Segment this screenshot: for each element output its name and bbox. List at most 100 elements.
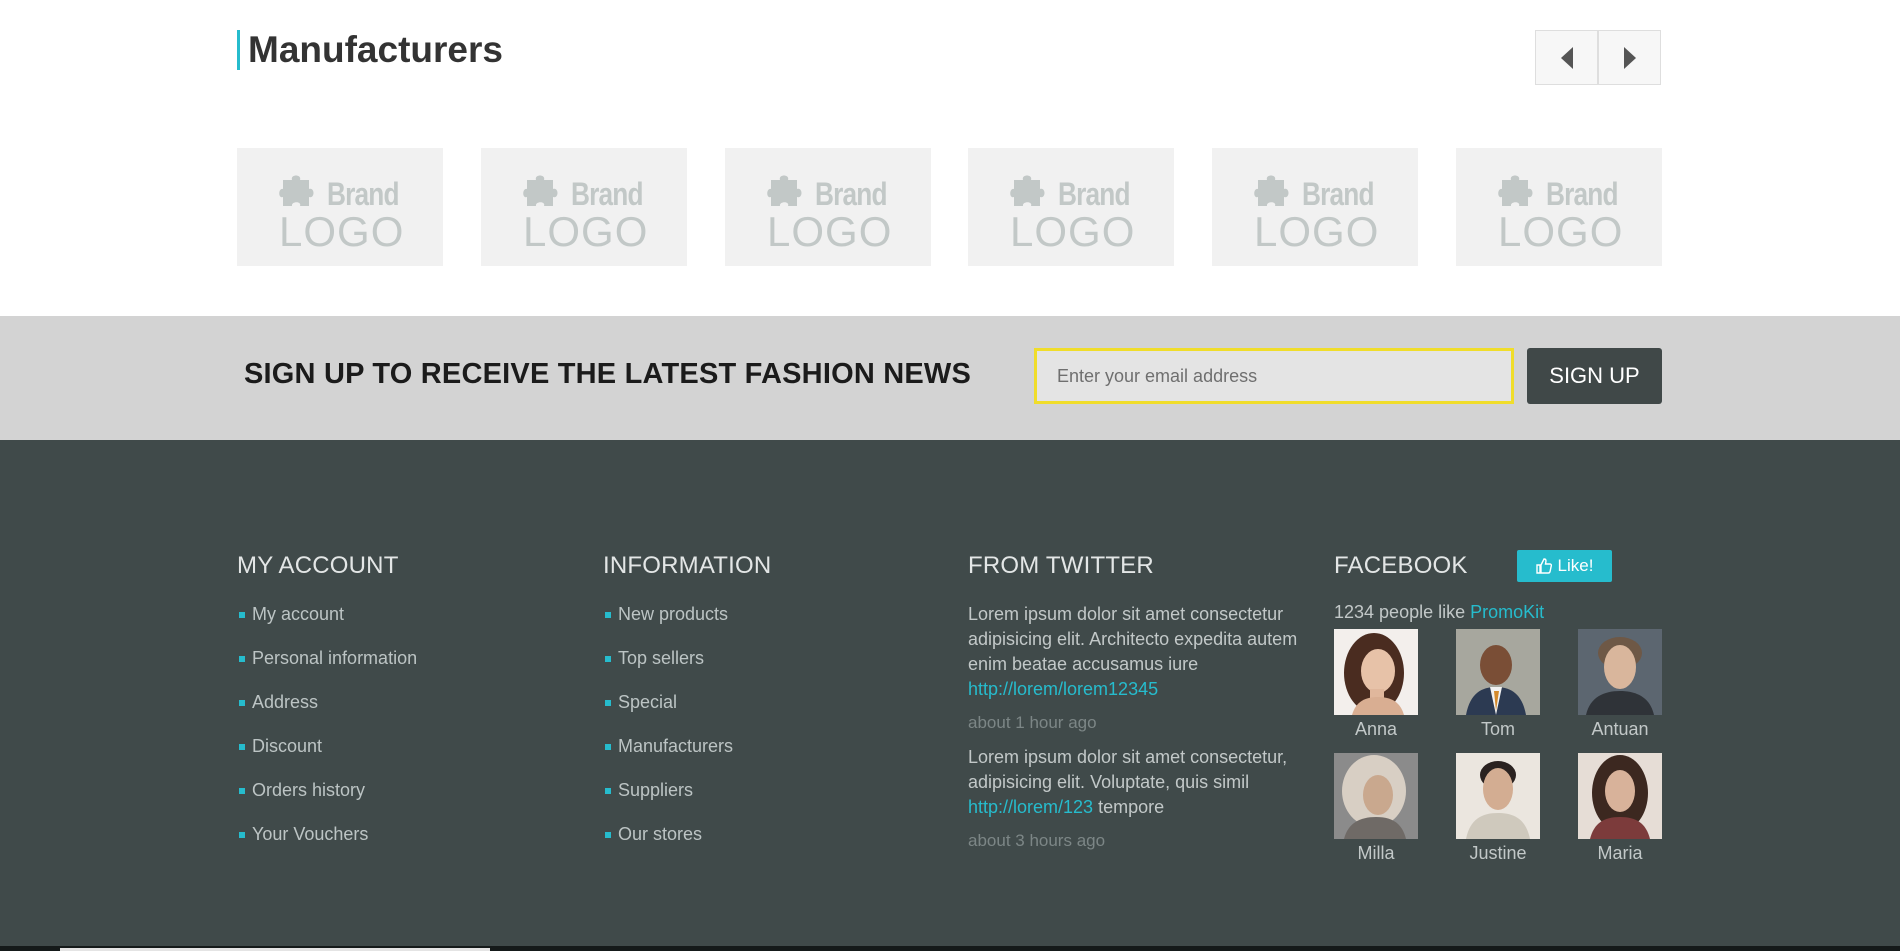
newsletter-signup-button[interactable]: SIGN UP: [1527, 348, 1662, 404]
avatar: [1456, 629, 1540, 715]
carousel-prev-button[interactable]: [1535, 30, 1598, 85]
fan-avatar[interactable]: Antuan: [1578, 629, 1662, 740]
square-bullet-icon: [605, 700, 611, 706]
carousel-next-button[interactable]: [1598, 30, 1661, 85]
brand-logo-4[interactable]: Brand LOGO: [968, 148, 1174, 266]
brand-logo-5[interactable]: Brand LOGO: [1212, 148, 1418, 266]
list-item: My account: [237, 602, 417, 646]
puzzle-icon: [767, 175, 802, 206]
fan-avatar[interactable]: Justine: [1456, 753, 1540, 864]
list-item: Your Vouchers: [237, 822, 417, 866]
manufacturers-section: Manufacturers Brand LOGO Brand LOGO Bran…: [0, 0, 1900, 316]
avatar: [1578, 753, 1662, 839]
list-item: Top sellers: [603, 646, 771, 690]
logo-word: LOGO: [1498, 208, 1624, 255]
brand-logo-2[interactable]: Brand LOGO: [481, 148, 687, 266]
square-bullet-icon: [239, 700, 245, 706]
tweet-link[interactable]: http://lorem/lorem12345: [968, 679, 1158, 699]
fan-avatar[interactable]: Anna: [1334, 629, 1418, 740]
square-bullet-icon: [239, 656, 245, 662]
list-item: Suppliers: [603, 778, 771, 822]
fan-avatar[interactable]: Maria: [1578, 753, 1662, 864]
list-item: Address: [237, 690, 417, 734]
avatar: [1578, 629, 1662, 715]
logo-word: LOGO: [1254, 208, 1380, 255]
puzzle-icon: [1010, 175, 1045, 206]
footer-link-personal-information[interactable]: Personal information: [252, 648, 417, 668]
fan-name: Justine: [1469, 843, 1527, 863]
account-links: My account Personal information Address …: [237, 602, 417, 866]
tweet-link[interactable]: http://lorem/123: [968, 797, 1093, 817]
footer-link-manufacturers[interactable]: Manufacturers: [618, 736, 733, 756]
avatar: [1334, 629, 1418, 715]
footer-link-address[interactable]: Address: [252, 692, 318, 712]
footer-link-my-account[interactable]: My account: [252, 604, 344, 624]
fan-avatar[interactable]: Milla: [1334, 753, 1418, 864]
puzzle-icon: [523, 175, 558, 206]
manufacturers-title: Manufacturers: [237, 30, 503, 70]
like-label: Like!: [1557, 556, 1594, 575]
square-bullet-icon: [605, 612, 611, 618]
puzzle-icon: [279, 175, 314, 206]
tweet-time: about 1 hour ago: [968, 713, 1097, 732]
footer-facebook: FACEBOOK Like! 1234 people like PromoKit…: [1334, 550, 1664, 869]
tweet-text: Lorem ipsum dolor sit amet consectetur, …: [968, 747, 1288, 792]
list-item: Special: [603, 690, 771, 734]
footer-column-title: INFORMATION: [603, 552, 772, 579]
avatar: [1456, 753, 1540, 839]
square-bullet-icon: [605, 832, 611, 838]
footer-my-account: MY ACCOUNT My account Personal informati…: [237, 552, 417, 866]
footer-column-title: MY ACCOUNT: [237, 552, 399, 579]
footer-from-twitter: FROM TWITTER Lorem ipsum dolor sit amet …: [968, 552, 1308, 851]
logo-word: LOGO: [523, 208, 649, 255]
puzzle-icon: [1254, 175, 1289, 206]
list-item: Orders history: [237, 778, 417, 822]
tweet: Lorem ipsum dolor sit amet consectetur a…: [968, 602, 1308, 702]
footer-column-title: FACEBOOK: [1334, 552, 1468, 579]
tweet-text: Lorem ipsum dolor sit amet consectetur a…: [968, 604, 1298, 674]
brand-logo-3[interactable]: Brand LOGO: [725, 148, 931, 266]
list-item: Manufacturers: [603, 734, 771, 778]
site-footer: MY ACCOUNT My account Personal informati…: [0, 440, 1900, 951]
footer-link-our-stores[interactable]: Our stores: [618, 824, 702, 844]
list-item: Discount: [237, 734, 417, 778]
footer-link-your-vouchers[interactable]: Your Vouchers: [252, 824, 368, 844]
puzzle-icon: [1498, 175, 1533, 206]
tweet-time: about 3 hours ago: [968, 831, 1106, 850]
footer-link-special[interactable]: Special: [618, 692, 677, 712]
facebook-like-button[interactable]: Like!: [1517, 550, 1612, 582]
facebook-like-count: 1234 people like PromoKit: [1334, 602, 1664, 623]
footer-link-orders-history[interactable]: Orders history: [252, 780, 365, 800]
footer-link-new-products[interactable]: New products: [618, 604, 728, 624]
brand-logo-1[interactable]: Brand LOGO: [237, 148, 443, 266]
fan-avatar[interactable]: Tom: [1456, 629, 1540, 740]
square-bullet-icon: [239, 744, 245, 750]
fan-name: Maria: [1597, 843, 1643, 863]
list-item: Personal information: [237, 646, 417, 690]
thumbs-up-icon: [1535, 558, 1552, 574]
fan-name: Tom: [1480, 719, 1515, 739]
square-bullet-icon: [239, 612, 245, 618]
newsletter-email-input[interactable]: [1034, 348, 1514, 404]
footer-column-title: FROM TWITTER: [968, 552, 1154, 579]
facebook-fans-grid: Anna Tom Antuan Milla Justine Maria: [1334, 629, 1664, 869]
newsletter-band: SIGN UP TO RECEIVE THE LATEST FASHION NE…: [0, 316, 1900, 440]
fan-name: Milla: [1357, 843, 1395, 863]
tweet: Lorem ipsum dolor sit amet consectetur, …: [968, 745, 1308, 820]
newsletter-heading: SIGN UP TO RECEIVE THE LATEST FASHION NE…: [244, 358, 972, 390]
footer-link-discount[interactable]: Discount: [252, 736, 322, 756]
logo-word: LOGO: [767, 208, 893, 255]
list-item: Our stores: [603, 822, 771, 866]
footer-information: INFORMATION New products Top sellers Spe…: [603, 552, 771, 866]
square-bullet-icon: [605, 744, 611, 750]
fan-name: Antuan: [1591, 719, 1649, 739]
footer-link-suppliers[interactable]: Suppliers: [618, 780, 693, 800]
tweet-text-tail: tempore: [1093, 797, 1165, 817]
facebook-page-link[interactable]: PromoKit: [1470, 602, 1544, 622]
list-item: New products: [603, 602, 771, 646]
like-count-text: 1234 people like: [1334, 602, 1471, 622]
footer-link-top-sellers[interactable]: Top sellers: [618, 648, 704, 668]
square-bullet-icon: [239, 788, 245, 794]
brand-logo-6[interactable]: Brand LOGO: [1456, 148, 1662, 266]
square-bullet-icon: [605, 656, 611, 662]
